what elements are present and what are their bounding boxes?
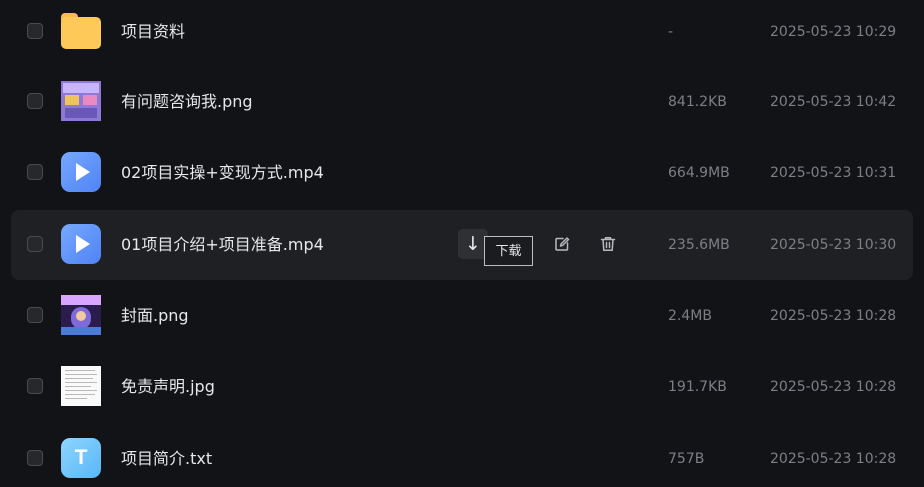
file-size: 664.9MB (668, 165, 730, 181)
file-size: 235.6MB (668, 237, 730, 253)
file-row-video-02[interactable]: 02项目实操+变现方式.mp4 664.9MB 2025-05-23 10:31 (11, 138, 913, 208)
download-tooltip: 下载 (484, 236, 533, 266)
image-thumbnail (61, 366, 101, 406)
file-name[interactable]: 有问题咨询我.png (121, 67, 253, 137)
text-file-icon: T (61, 438, 101, 478)
file-row-intro-txt[interactable]: T 项目简介.txt 757B 2025-05-23 10:28 (11, 424, 913, 487)
video-icon (61, 152, 101, 192)
file-date: 2025-05-23 10:31 (770, 165, 897, 181)
rename-button[interactable] (547, 229, 577, 259)
image-thumbnail (61, 81, 101, 121)
file-date: 2025-05-23 10:28 (770, 451, 897, 467)
file-name[interactable]: 免责声明.jpg (121, 352, 215, 422)
file-date: 2025-05-23 10:42 (770, 94, 897, 110)
download-icon: ↓ (465, 233, 481, 255)
file-list: 项目资料 - 2025-05-23 10:29 有问题咨询我.png 841.2… (0, 0, 924, 487)
file-date: 2025-05-23 10:28 (770, 308, 897, 324)
file-row-video-01[interactable]: 01项目介绍+项目准备.mp4 ↓ 下载 235.6MB 2025-05-23 … (11, 210, 913, 280)
row-checkbox[interactable] (27, 164, 43, 180)
row-checkbox[interactable] (27, 450, 43, 466)
file-name[interactable]: 01项目介绍+项目准备.mp4 (121, 210, 324, 280)
row-checkbox[interactable] (27, 93, 43, 109)
image-thumbnail (61, 295, 101, 335)
file-size: 2.4MB (668, 308, 712, 324)
row-checkbox[interactable] (27, 23, 43, 39)
file-row-cover-png[interactable]: 封面.png 2.4MB 2025-05-23 10:28 (11, 281, 913, 351)
edit-icon (555, 237, 570, 251)
file-size: 191.7KB (668, 379, 727, 395)
folder-icon (61, 11, 101, 51)
file-row-consult-png[interactable]: 有问题咨询我.png 841.2KB 2025-05-23 10:42 (11, 67, 913, 137)
video-icon (61, 224, 101, 264)
file-name[interactable]: 封面.png (121, 281, 189, 351)
row-checkbox[interactable] (27, 378, 43, 394)
file-name[interactable]: 项目简介.txt (121, 424, 212, 487)
row-checkbox[interactable] (27, 236, 43, 252)
file-size: - (668, 24, 674, 40)
file-date: 2025-05-23 10:29 (770, 24, 897, 40)
row-checkbox[interactable] (27, 307, 43, 323)
delete-button[interactable] (593, 229, 623, 259)
file-size: 841.2KB (668, 94, 727, 110)
trash-icon (600, 237, 616, 252)
file-size: 757B (668, 451, 705, 467)
file-date: 2025-05-23 10:28 (770, 379, 897, 395)
file-date: 2025-05-23 10:30 (770, 237, 897, 253)
file-name[interactable]: 02项目实操+变现方式.mp4 (121, 138, 324, 208)
file-row-disclaimer-jpg[interactable]: 免责声明.jpg 191.7KB 2025-05-23 10:28 (11, 352, 913, 422)
file-name[interactable]: 项目资料 (121, 0, 185, 67)
file-row-project-materials[interactable]: 项目资料 - 2025-05-23 10:29 (11, 0, 913, 67)
